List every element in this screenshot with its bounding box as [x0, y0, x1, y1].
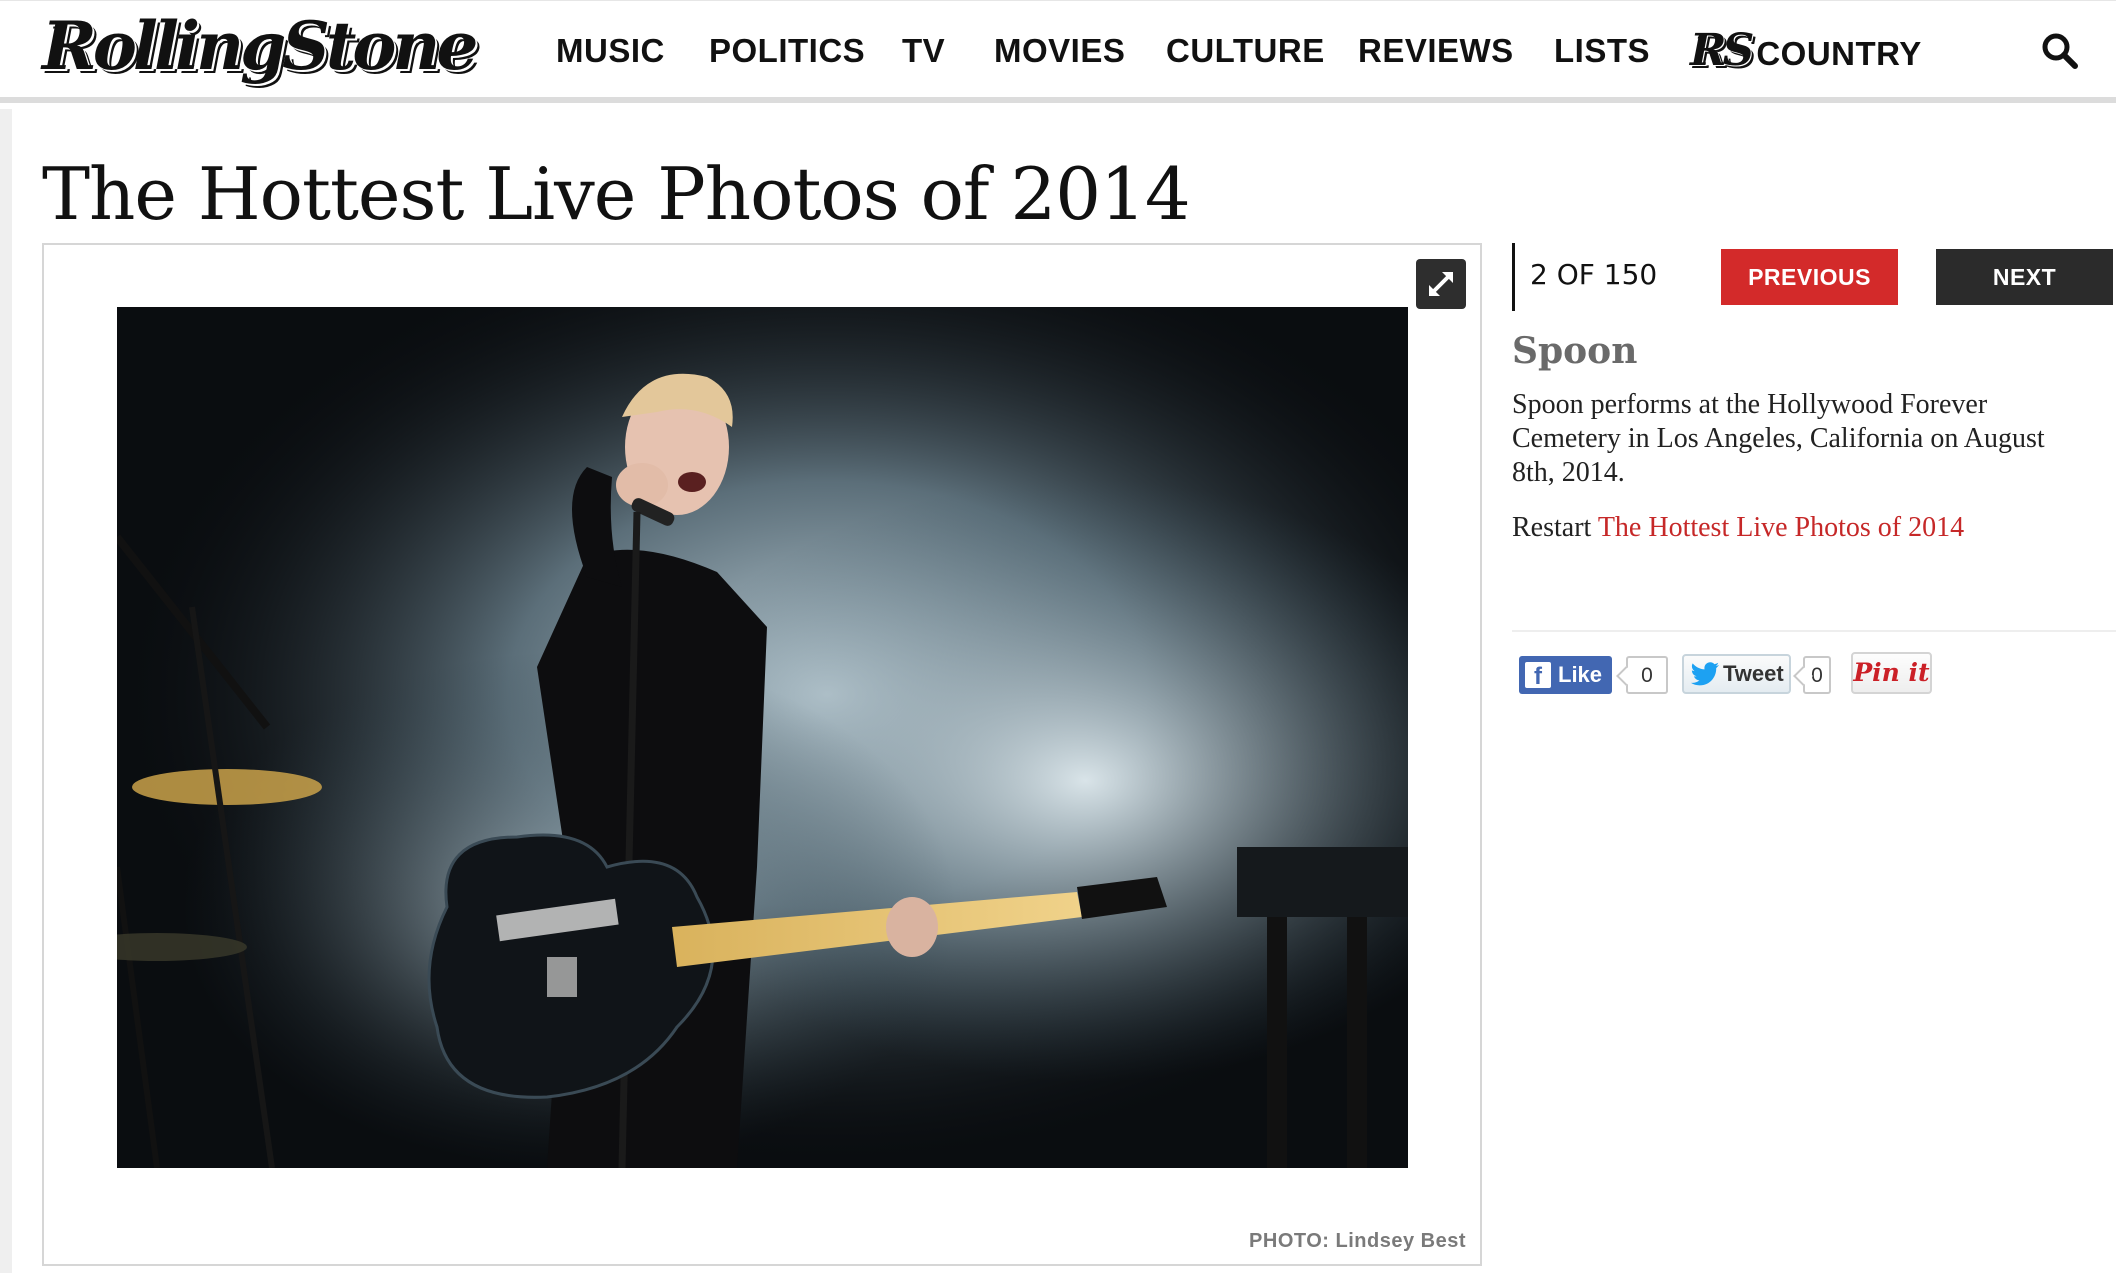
slide-caption: Spoon performs at the Hollywood Forever …	[1512, 389, 2045, 488]
restart-gallery-link[interactable]: The Hottest Live Photos of 2014	[1598, 512, 1964, 543]
page-title: The Hottest Live Photos of 2014	[42, 152, 1191, 236]
restart-line: Restart The Hottest Live Photos of 2014	[1512, 512, 1964, 544]
sidebar-divider	[1512, 630, 2116, 632]
photo-credit: PHOTO: Lindsey Best	[1249, 1230, 1466, 1252]
facebook-like-button[interactable]: f Like	[1519, 656, 1612, 694]
nav-country-label: COUNTRY	[1756, 35, 1922, 72]
slide-title: Spoon	[1512, 330, 1638, 372]
restart-prefix: Restart	[1512, 512, 1592, 543]
search-button[interactable]	[2040, 31, 2080, 71]
facebook-icon: f	[1525, 662, 1551, 690]
facebook-like-count: 0	[1626, 656, 1668, 694]
nav-lists[interactable]: LISTS	[1554, 29, 1650, 73]
next-button[interactable]: NEXT	[1936, 249, 2113, 305]
tweet-label: Tweet	[1723, 661, 1784, 686]
expand-icon	[1429, 272, 1453, 296]
nav-tv[interactable]: TV	[902, 29, 945, 73]
tweet-count: 0	[1803, 656, 1831, 694]
tweet-button[interactable]: Tweet	[1682, 654, 1791, 694]
twitter-bird-icon	[1690, 662, 1719, 686]
nav-culture[interactable]: CULTURE	[1166, 29, 1325, 73]
slide-counter: 2 OF 150	[1530, 258, 1658, 291]
rolling-stone-logo[interactable]: RollingStone	[42, 7, 478, 85]
nav-politics[interactable]: POLITICS	[709, 29, 865, 73]
counter-divider	[1512, 243, 1515, 311]
page-edge	[0, 109, 12, 1273]
nav-reviews[interactable]: REVIEWS	[1358, 29, 1514, 73]
site-header: RollingStone MUSIC POLITICS TV MOVIES CU…	[0, 0, 2116, 103]
facebook-like-label: Like	[1558, 662, 1603, 687]
gallery-photo[interactable]	[117, 307, 1408, 1168]
expand-button[interactable]	[1416, 259, 1466, 309]
nav-music[interactable]: MUSIC	[556, 29, 665, 73]
previous-button[interactable]: PREVIOUS	[1721, 249, 1898, 305]
rs-logo-mark: RS	[1690, 25, 1754, 76]
nav-movies[interactable]: MOVIES	[994, 29, 1125, 73]
search-icon	[2042, 33, 2078, 69]
concert-photo-illustration	[117, 307, 1408, 1168]
pin-it-button[interactable]: Pin it	[1851, 652, 1932, 694]
nav-rs-country[interactable]: RS COUNTRY	[1690, 29, 1922, 73]
